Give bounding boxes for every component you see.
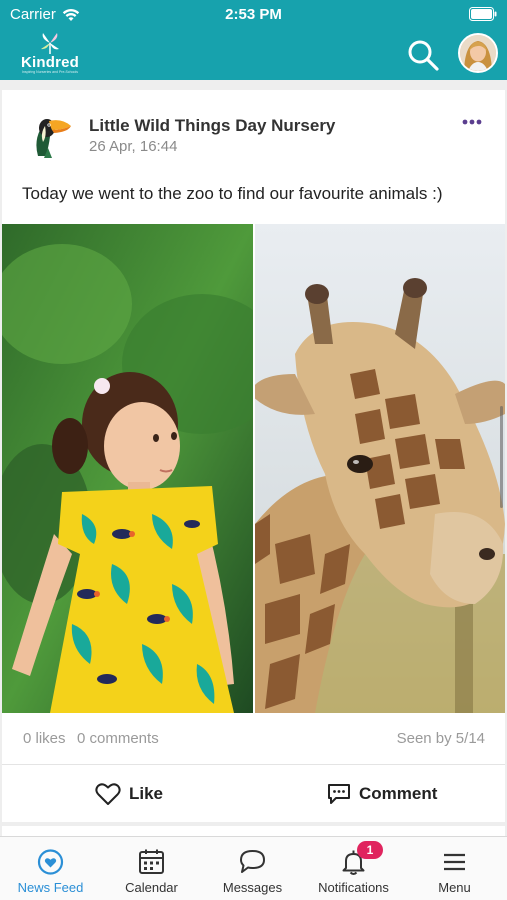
news-post-card: Little Wild Things Day Nursery 26 Apr, 1… bbox=[2, 90, 505, 822]
calendar-icon bbox=[139, 849, 164, 874]
child-photo-image bbox=[2, 224, 253, 713]
more-options-button[interactable] bbox=[457, 112, 487, 132]
speech-bubble-icon bbox=[240, 850, 265, 873]
notification-badge: 1 bbox=[357, 841, 383, 859]
app-header: Kindred Inspiring Nurseries and Pre-Scho… bbox=[0, 30, 507, 80]
likes-count[interactable]: 0 likes bbox=[23, 730, 66, 747]
post-header: Little Wild Things Day Nursery 26 Apr, 1… bbox=[2, 90, 505, 180]
scroll-indicator[interactable] bbox=[500, 406, 503, 508]
bottom-tab-bar: News Feed Calendar Messages 1 Notificati… bbox=[0, 836, 507, 900]
like-button[interactable]: Like bbox=[95, 766, 163, 822]
comment-icon bbox=[328, 784, 350, 804]
profile-avatar[interactable] bbox=[458, 33, 498, 73]
brand-name: Kindred bbox=[20, 54, 80, 71]
kindred-leaf-icon bbox=[41, 33, 59, 54]
like-label: Like bbox=[129, 784, 164, 803]
post-author[interactable]: Little Wild Things Day Nursery bbox=[89, 116, 335, 136]
giraffe-photo-image bbox=[255, 224, 505, 713]
heart-icon bbox=[95, 783, 121, 805]
photo-child[interactable] bbox=[2, 224, 253, 713]
photo-giraffe[interactable] bbox=[255, 224, 505, 713]
tab-menu[interactable]: Menu bbox=[404, 837, 505, 900]
post-photos bbox=[2, 224, 505, 713]
search-button[interactable] bbox=[405, 37, 441, 73]
heart-circle-icon bbox=[37, 849, 64, 875]
tab-calendar[interactable]: Calendar bbox=[101, 837, 202, 900]
brand-tagline: Inspiring Nurseries and Pre-Schools bbox=[21, 70, 79, 74]
tab-news-feed[interactable]: News Feed bbox=[0, 837, 101, 900]
tab-label: Calendar bbox=[125, 880, 178, 895]
battery-icon bbox=[469, 7, 497, 21]
tab-messages[interactable]: Messages bbox=[202, 837, 303, 900]
tab-label: Messages bbox=[222, 880, 283, 895]
more-dots-icon bbox=[462, 119, 482, 125]
hamburger-icon bbox=[444, 853, 465, 871]
toucan-avatar-icon bbox=[36, 119, 71, 158]
status-bar: Carrier 2:53 PM bbox=[0, 0, 507, 30]
comment-button[interactable]: Comment bbox=[327, 766, 437, 822]
comment-label: Comment bbox=[359, 784, 438, 803]
tab-label: Menu bbox=[438, 880, 471, 895]
tab-label: Notifications bbox=[318, 880, 389, 895]
post-text: Today we went to the zoo to find our fav… bbox=[22, 184, 443, 203]
tab-label: News Feed bbox=[17, 880, 84, 895]
kindred-logo[interactable]: Kindred Inspiring Nurseries and Pre-Scho… bbox=[17, 30, 83, 76]
seen-by-count[interactable]: Seen by 5/14 bbox=[397, 730, 485, 747]
avatar-photo bbox=[460, 35, 496, 71]
comments-count[interactable]: 0 comments bbox=[77, 730, 159, 747]
search-icon bbox=[408, 40, 439, 71]
clock: 2:53 PM bbox=[225, 6, 282, 23]
post-actions: Like Comment bbox=[2, 766, 505, 822]
post-stats: 0 likes 0 comments Seen by 5/14 bbox=[2, 713, 505, 765]
tab-notifications[interactable]: 1 Notifications bbox=[303, 837, 404, 900]
post-date: 26 Apr, 16:44 bbox=[89, 138, 178, 155]
